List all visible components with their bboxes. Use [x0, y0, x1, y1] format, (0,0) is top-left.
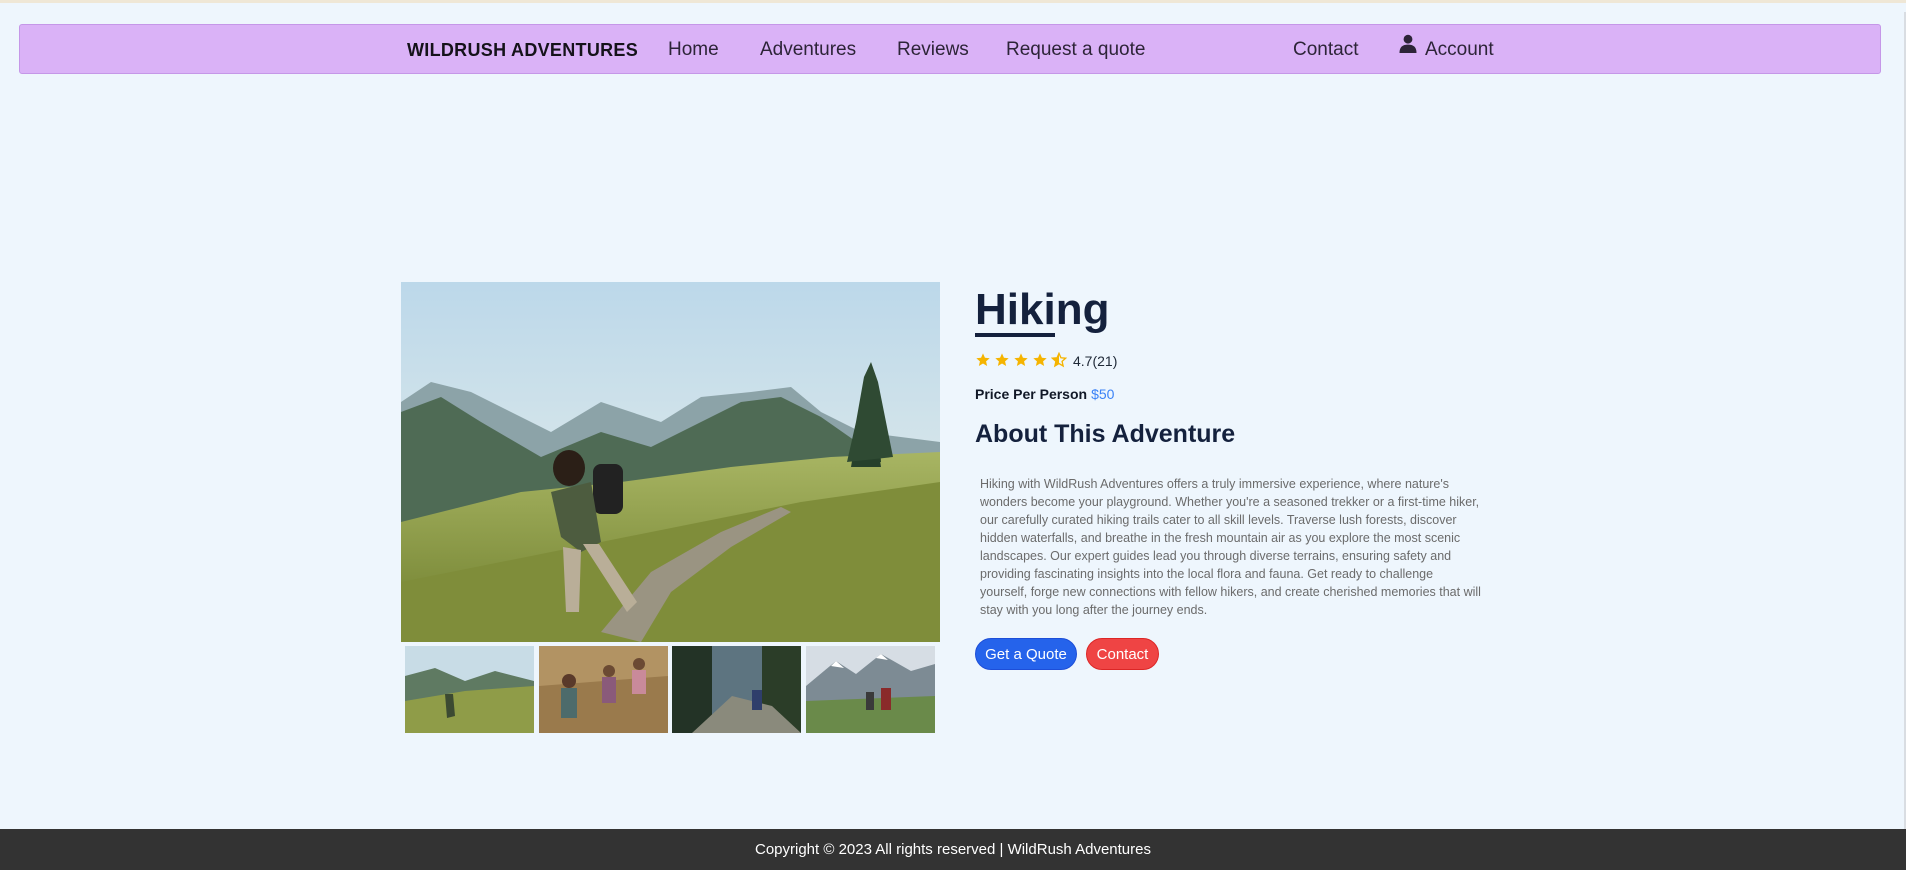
- get-quote-button[interactable]: Get a Quote: [975, 638, 1077, 670]
- nav-home-link[interactable]: Home: [668, 25, 719, 75]
- nav-request-quote-link[interactable]: Request a quote: [1006, 25, 1145, 75]
- nav-contact-link[interactable]: Contact: [1293, 25, 1358, 75]
- forest-stream-hiker-thumb: [672, 646, 801, 733]
- adventure-description: Hiking with WildRush Adventures offers a…: [980, 477, 1481, 617]
- brand-logo-text[interactable]: WILDRUSH ADVENTURES: [407, 25, 638, 75]
- price-label: Price Per Person: [975, 386, 1088, 402]
- contact-button[interactable]: Contact: [1086, 638, 1159, 670]
- star-full-icon: [994, 352, 1010, 371]
- title-underline: [975, 333, 1055, 337]
- user-icon: [1399, 23, 1417, 73]
- price-value: $50: [1091, 386, 1115, 402]
- about-heading: About This Adventure: [975, 420, 1236, 448]
- star-half-icon: [1050, 351, 1068, 371]
- group-hikers-thumb: [539, 646, 668, 733]
- star-full-icon: [1013, 352, 1029, 371]
- navbar: WILDRUSH ADVENTURES Home Adventures Revi…: [19, 24, 1881, 74]
- thumbnail-4[interactable]: [806, 646, 935, 733]
- thumbnail-3[interactable]: [672, 646, 801, 733]
- nav-account-link[interactable]: Account: [1399, 25, 1494, 75]
- price-row: Price Per Person $50: [975, 385, 1114, 403]
- hiker-mountain-meadow-thumb: [405, 646, 534, 733]
- rating-value: 4.7: [1073, 353, 1093, 369]
- copyright-text: Copyright © 2023 All rights reserved | W…: [755, 841, 1151, 858]
- snowy-mountain-hikers-thumb: [806, 646, 935, 733]
- window-top-edge: [0, 0, 1906, 3]
- nav-reviews-link[interactable]: Reviews: [897, 25, 969, 75]
- nav-adventures-link[interactable]: Adventures: [760, 25, 856, 75]
- footer: Copyright © 2023 All rights reserved | W…: [0, 829, 1906, 870]
- rating-count: (21): [1092, 353, 1118, 369]
- adventure-title: Hiking: [975, 285, 1110, 334]
- star-full-icon: [1032, 352, 1048, 371]
- thumbnail-2[interactable]: [539, 646, 668, 733]
- main-adventure-image[interactable]: [401, 282, 940, 642]
- star-full-icon: [975, 352, 991, 371]
- account-label: Account: [1425, 39, 1494, 60]
- rating-row: 4.7 (21): [975, 351, 1117, 371]
- hiker-mountain-meadow-photo: [401, 282, 940, 642]
- thumbnail-1[interactable]: [405, 646, 534, 733]
